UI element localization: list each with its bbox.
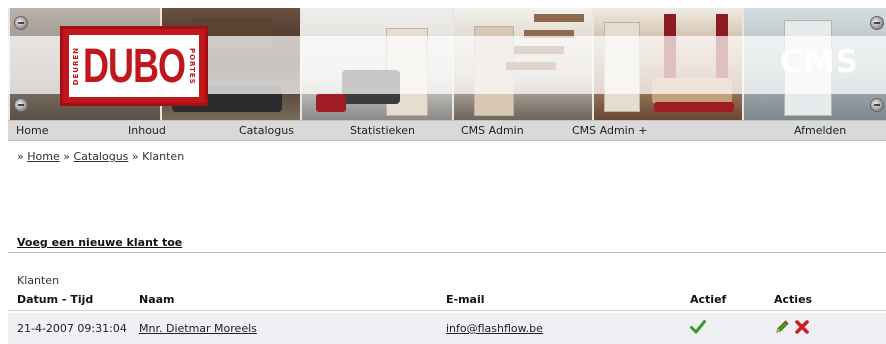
cms-title: CMS [780, 44, 859, 80]
column-header-datetime: Datum - Tijd [17, 293, 94, 306]
nav-item-home[interactable]: Home [16, 124, 48, 137]
screw-icon [14, 16, 28, 30]
nav-item-inhoud[interactable]: Inhoud [128, 124, 166, 137]
delete-x-icon[interactable] [794, 319, 810, 335]
column-header-email: E-mail [446, 293, 485, 306]
red-cushion-illustration [316, 94, 346, 112]
column-header-active: Actief [690, 293, 727, 306]
edit-pencil-icon[interactable] [774, 319, 790, 335]
rug-illustration [654, 102, 734, 112]
dubo-logo: DEUREN DUBO PORTES [60, 26, 208, 106]
cell-email: info@flashflow.be [446, 322, 543, 335]
breadcrumb-separator: » [17, 150, 24, 163]
table-header-rule [8, 310, 886, 311]
logo-inner: DEUREN DUBO PORTES [69, 35, 199, 97]
column-header-name: Naam [139, 293, 175, 306]
customer-name-link[interactable]: Mnr. Dietmar Moreels [139, 322, 257, 335]
stair-step [534, 14, 584, 22]
screw-icon [870, 16, 884, 30]
screw-icon [870, 98, 884, 112]
nav-item-cms-admin-plus[interactable]: CMS Admin + [572, 124, 647, 137]
breadcrumb-separator: » [63, 150, 70, 163]
main-nav: Home Inhoud Catalogus Statistieken CMS A… [8, 120, 886, 141]
logo-side-right-text: PORTES [188, 47, 196, 85]
breadcrumb-current: Klanten [142, 150, 185, 163]
cell-name: Mnr. Dietmar Moreels [139, 322, 257, 335]
add-customer-link[interactable]: Voeg een nieuwe klant toe [17, 236, 182, 249]
breadcrumb-home[interactable]: Home [27, 150, 59, 163]
nav-item-afmelden[interactable]: Afmelden [794, 124, 846, 137]
checkmark-icon [690, 320, 706, 334]
divider [8, 252, 886, 253]
customer-email-link[interactable]: info@flashflow.be [446, 322, 543, 335]
nav-item-catalogus[interactable]: Catalogus [239, 124, 294, 137]
nav-item-statistieken[interactable]: Statistieken [350, 124, 415, 137]
nav-item-cms-admin[interactable]: CMS Admin [461, 124, 524, 137]
cell-datetime: 21-4-2007 09:31:04 [17, 322, 127, 335]
logo-side-left-text: DEUREN [72, 46, 80, 86]
breadcrumb-separator: » [131, 150, 139, 163]
breadcrumb-catalogus[interactable]: Catalogus [73, 150, 128, 163]
logo-wordmark: DUBO [83, 37, 186, 93]
screw-icon [14, 98, 28, 112]
table-caption: Klanten [17, 274, 60, 287]
breadcrumb: » Home » Catalogus » Klanten [17, 150, 184, 163]
column-header-actions: Acties [774, 293, 813, 306]
header-banner: DEUREN DUBO PORTES CMS [8, 8, 886, 120]
